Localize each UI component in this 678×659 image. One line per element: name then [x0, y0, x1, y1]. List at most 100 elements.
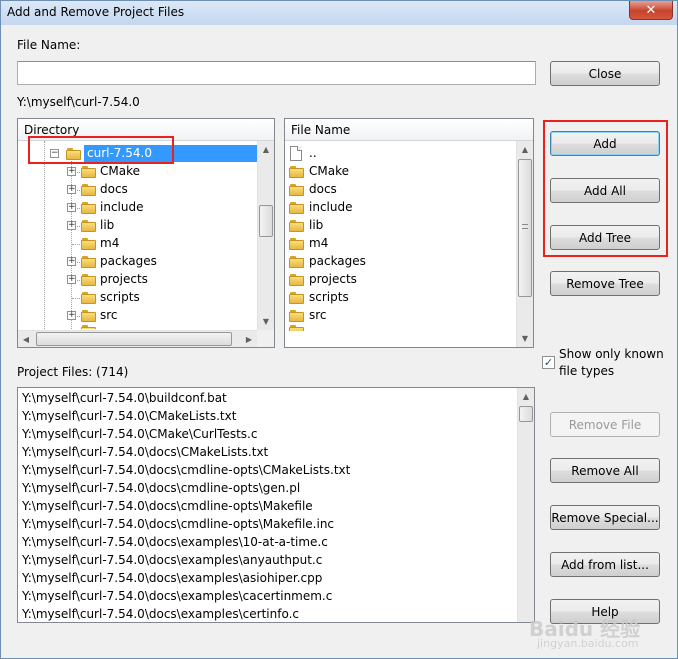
expand-icon[interactable]: +	[67, 275, 76, 284]
file-list-item[interactable]: src	[285, 307, 515, 325]
scroll-right-icon[interactable]: ▶	[241, 331, 257, 347]
tree-item-label: m4	[100, 236, 120, 250]
project-file-item[interactable]: Y:\myself\curl-7.54.0\docs\examples\asio…	[22, 570, 517, 588]
file-list-item[interactable]: projects	[285, 271, 515, 289]
file-list-item-label: src	[309, 308, 327, 322]
project-file-item[interactable]: Y:\myself\curl-7.54.0\docs\examples\cace…	[22, 588, 517, 606]
tree-item[interactable]: + CMake	[18, 163, 259, 181]
scroll-thumb[interactable]	[519, 406, 533, 422]
project-file-item[interactable]: Y:\myself\curl-7.54.0\docs\examples\cert…	[22, 606, 517, 622]
folder-icon	[289, 220, 305, 232]
remove-tree-button[interactable]: Remove Tree	[550, 271, 660, 296]
file-name-input[interactable]	[17, 61, 536, 85]
folder-icon	[81, 202, 97, 214]
file-list-item-label: projects	[309, 272, 357, 286]
project-file-item[interactable]: Y:\myself\curl-7.54.0\docs\examples\anya…	[22, 552, 517, 570]
scroll-thumb[interactable]	[36, 332, 232, 346]
scroll-up-icon[interactable]: ▲	[518, 388, 534, 405]
project-files-scrollbar[interactable]: ▲	[517, 388, 534, 622]
file-list-item-label: packages	[309, 254, 366, 268]
show-only-known-label[interactable]: Show only known file types	[559, 346, 669, 380]
window-close-button[interactable]: ✕	[629, 1, 673, 20]
check-icon: ✓	[543, 356, 554, 369]
folder-icon	[81, 256, 97, 268]
folder-icon	[289, 202, 305, 214]
remove-special-button[interactable]: Remove Special...	[550, 505, 660, 530]
file-list-item[interactable]: ..	[285, 145, 515, 163]
project-file-item[interactable]: Y:\myself\curl-7.54.0\buildconf.bat	[22, 390, 517, 408]
expand-icon[interactable]: +	[67, 311, 76, 320]
file-list-item-label: ..	[309, 146, 317, 160]
file-name-column-header[interactable]: File Name	[285, 119, 533, 141]
annotation-highlight-add-buttons	[543, 120, 668, 257]
folder-icon	[289, 184, 305, 196]
project-file-item[interactable]: Y:\myself\curl-7.54.0\docs\cmdline-opts\…	[22, 516, 517, 534]
folder-icon	[81, 325, 97, 329]
expand-icon[interactable]: +	[67, 257, 76, 266]
file-list-item-label: include	[309, 200, 353, 214]
file-icon	[290, 146, 302, 161]
scroll-up-icon[interactable]: ▲	[517, 141, 533, 158]
remove-all-button[interactable]: Remove All	[550, 458, 660, 483]
scroll-down-icon[interactable]: ▼	[258, 313, 274, 330]
tree-item[interactable]: + lib	[18, 217, 259, 235]
scroll-left-icon[interactable]: ◀	[18, 331, 34, 347]
file-list-vertical-scrollbar[interactable]: ▲ ▼	[516, 141, 533, 347]
file-list-item[interactable]: m4	[285, 235, 515, 253]
tree-item-partial	[81, 325, 97, 329]
file-list-item[interactable]: scripts	[285, 289, 515, 307]
folder-icon	[289, 256, 305, 268]
close-button[interactable]: Close	[550, 61, 660, 86]
project-file-item[interactable]: Y:\myself\curl-7.54.0\docs\cmdline-opts\…	[22, 498, 517, 516]
file-list-item[interactable]: packages	[285, 253, 515, 271]
scroll-up-icon[interactable]: ▲	[258, 141, 274, 158]
expand-icon[interactable]: +	[67, 203, 76, 212]
directory-vertical-scrollbar[interactable]: ▲ ▼	[257, 141, 274, 330]
expand-icon[interactable]: +	[67, 221, 76, 230]
tree-item[interactable]: scripts	[18, 289, 259, 307]
scroll-thumb[interactable]	[259, 205, 273, 237]
file-list-item[interactable]: include	[285, 199, 515, 217]
scroll-down-icon[interactable]: ▼	[517, 330, 533, 347]
project-files-list[interactable]: Y:\myself\curl-7.54.0\buildconf.bat Y:\my…	[17, 387, 535, 623]
expand-icon[interactable]: +	[67, 167, 76, 176]
project-file-path: Y:\myself\curl-7.54.0\docs\cmdline-opts\…	[22, 517, 335, 531]
directory-header-label: Directory	[24, 123, 80, 137]
annotation-highlight-root	[28, 136, 174, 164]
file-list[interactable]: File Name .. CMake docs include lib m4 packag…	[284, 118, 534, 348]
project-file-item[interactable]: Y:\myself\curl-7.54.0\docs\examples\10-a…	[22, 534, 517, 552]
directory-horizontal-scrollbar[interactable]: ◀ ▶	[18, 330, 257, 347]
project-file-item[interactable]: Y:\myself\curl-7.54.0\docs\cmdline-opts\…	[22, 480, 517, 498]
folder-icon	[289, 292, 305, 304]
file-list-item[interactable]: docs	[285, 181, 515, 199]
scrollbar-corner	[257, 330, 274, 347]
project-file-item[interactable]: Y:\myself\curl-7.54.0\docs\cmdline-opts\…	[22, 462, 517, 480]
project-file-item[interactable]: Y:\myself\curl-7.54.0\docs\CMakeLists.tx…	[22, 444, 517, 462]
project-file-path: Y:\myself\curl-7.54.0\docs\examples\cace…	[22, 589, 333, 603]
scroll-thumb[interactable]	[518, 159, 532, 297]
file-list-item-label: scripts	[309, 290, 349, 304]
tree-item[interactable]: + include	[18, 199, 259, 217]
project-file-path: Y:\myself\curl-7.54.0\CMake\CurlTests.c	[22, 427, 258, 441]
tree-item[interactable]: m4	[18, 235, 259, 253]
tree-item[interactable]: + projects	[18, 271, 259, 289]
tree-item[interactable]: + docs	[18, 181, 259, 199]
project-file-item[interactable]: Y:\myself\curl-7.54.0\CMakeLists.txt	[22, 408, 517, 426]
folder-icon	[289, 238, 305, 250]
folder-icon	[289, 325, 305, 331]
file-list-item[interactable]: CMake	[285, 163, 515, 181]
project-files-label: Project Files: (714)	[17, 365, 129, 379]
file-list-item[interactable]: lib	[285, 217, 515, 235]
folder-icon	[289, 166, 305, 178]
title-bar[interactable]: Add and Remove Project Files ✕	[1, 1, 677, 25]
project-file-path: Y:\myself\curl-7.54.0\docs\cmdline-opts\…	[22, 463, 351, 477]
tree-item[interactable]: + src	[18, 307, 259, 325]
tree-item[interactable]: + packages	[18, 253, 259, 271]
add-from-list-button[interactable]: Add from list...	[550, 552, 660, 577]
show-only-known-checkbox[interactable]: ✓	[542, 356, 555, 369]
tree-item-label: packages	[100, 254, 157, 268]
folder-icon	[81, 274, 97, 286]
expand-icon[interactable]: +	[67, 185, 76, 194]
project-file-item[interactable]: Y:\myself\curl-7.54.0\CMake\CurlTests.c	[22, 426, 517, 444]
remove-file-button[interactable]: Remove File	[550, 412, 660, 437]
